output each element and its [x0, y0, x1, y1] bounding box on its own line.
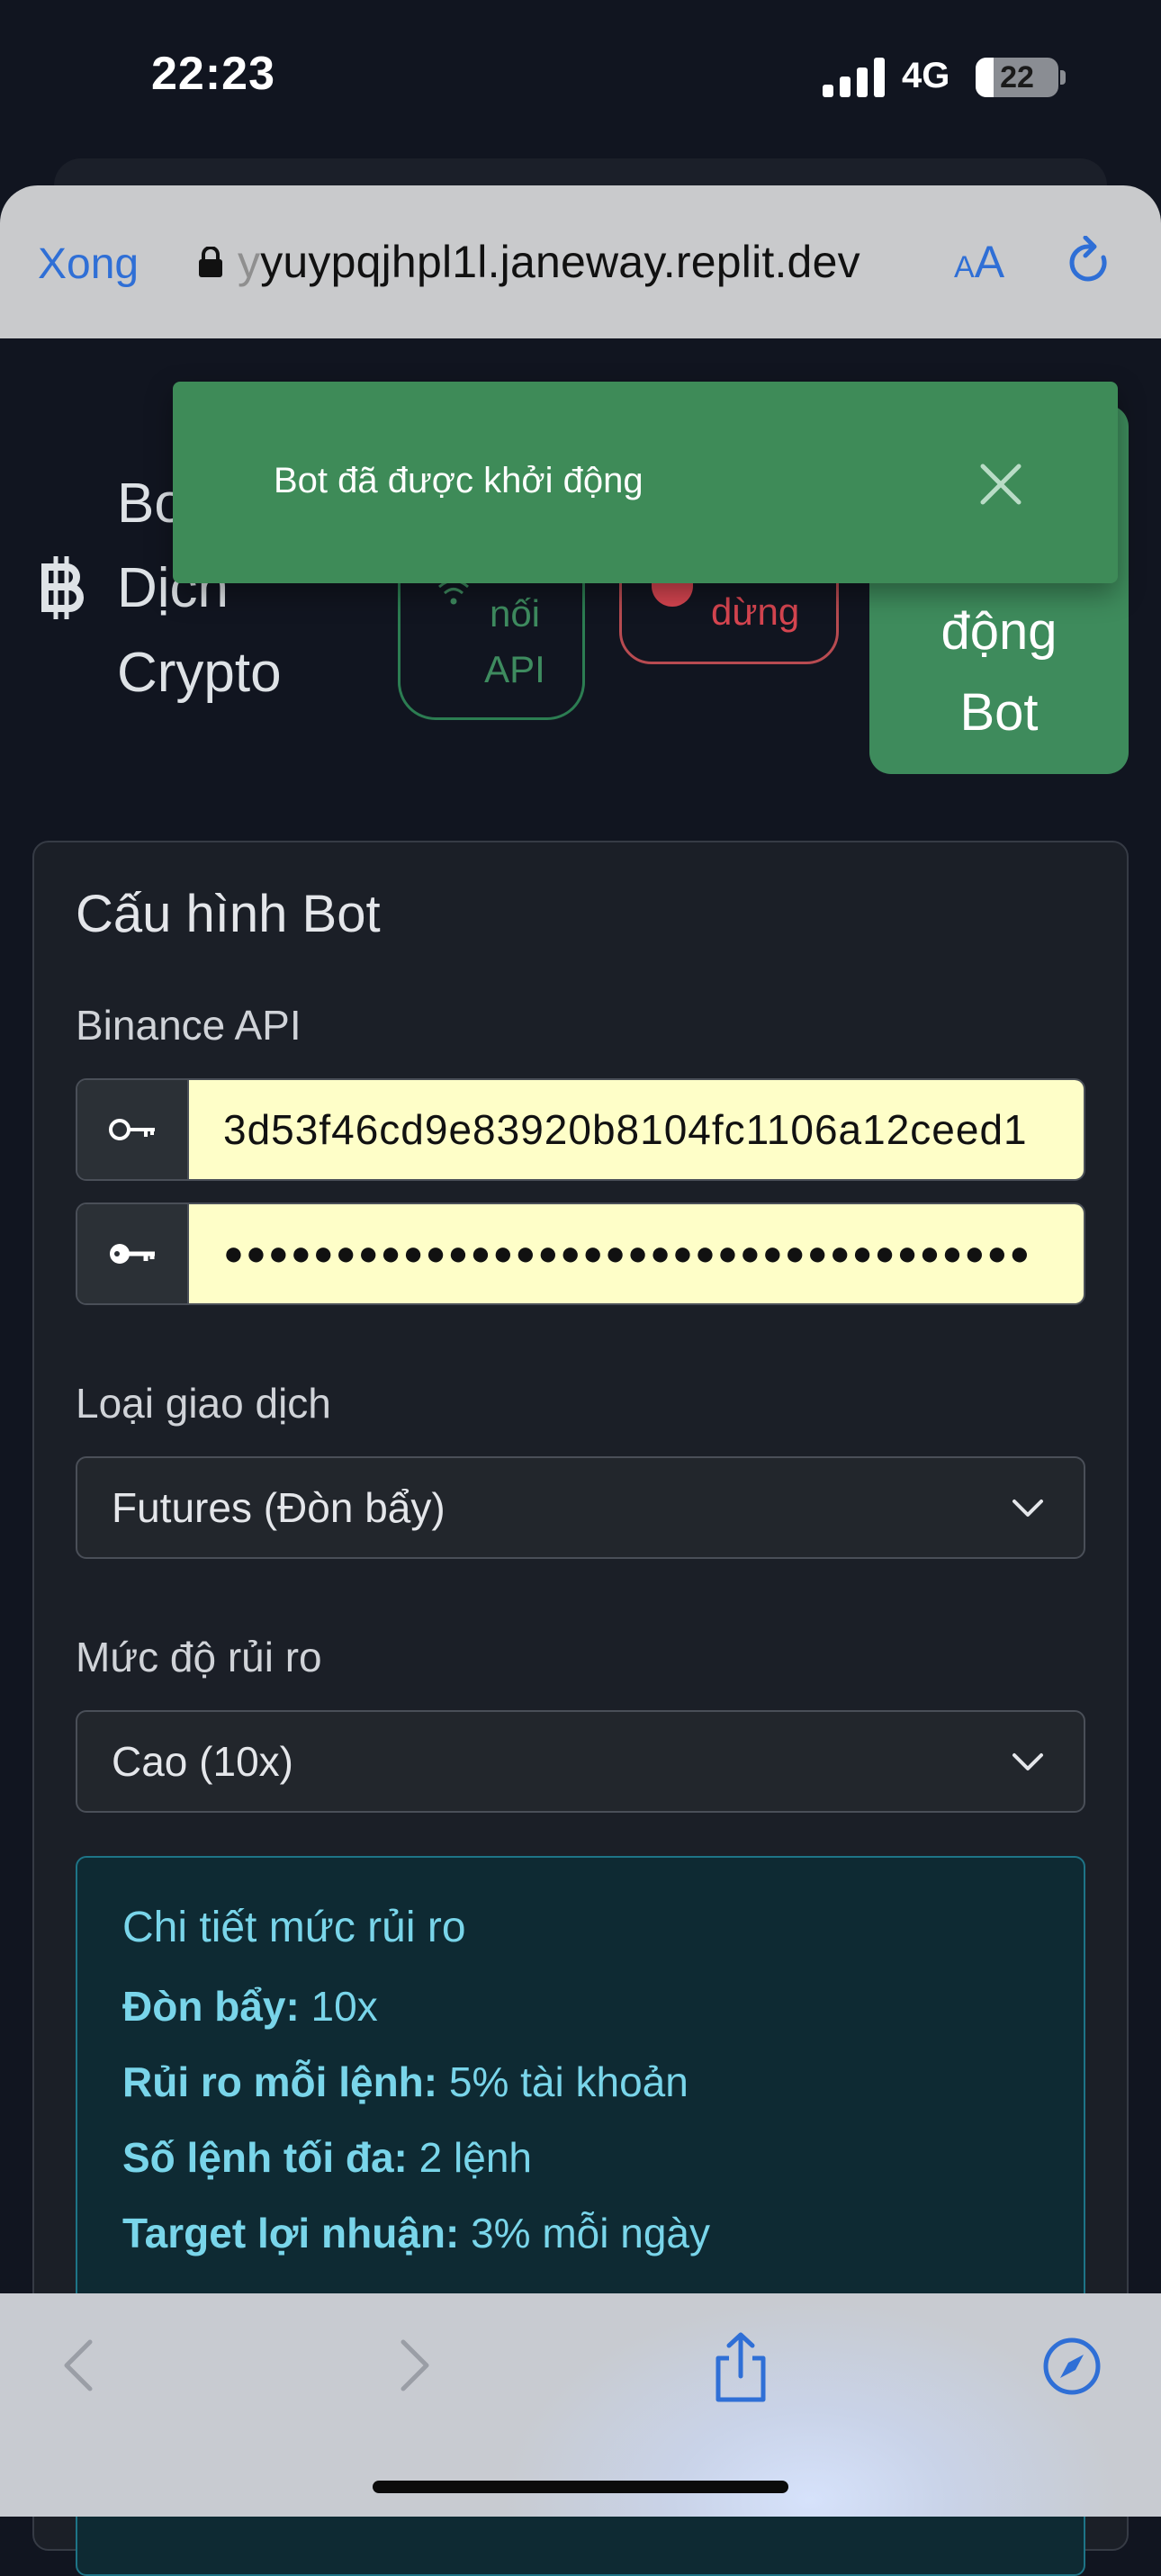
max-orders-row: Số lệnh tối đa: 2 lệnh [122, 2134, 533, 2181]
reload-icon[interactable] [1064, 236, 1114, 290]
url-field[interactable]: yyuypqjhpl1l.janeway.replit.dev [238, 236, 860, 288]
trade-type-label: Loại giao dịch [76, 1380, 331, 1427]
brand-title-line3: Crypto [117, 642, 282, 704]
api-label: Binance API [76, 1002, 302, 1049]
battery-icon: 22 [976, 58, 1058, 97]
connection-status-line1: nối [489, 592, 541, 635]
url-text: yuypqjhpl1l.janeway.replit.dev [260, 237, 860, 287]
risk-level-selected: Cao (10x) [112, 1738, 293, 1785]
url-prefix: y [238, 237, 261, 287]
cellular-signal-icon [823, 58, 885, 97]
text-size-button[interactable]: AA [954, 236, 1004, 288]
key-icon [109, 1119, 155, 1140]
leverage-row: Đòn bẩy: 10x [122, 1983, 378, 2030]
share-icon[interactable] [711, 2331, 770, 2403]
status-time: 22:23 [151, 48, 275, 100]
start-bot-label-line1: động [940, 602, 1058, 661]
battery-level: 22 [1000, 60, 1034, 95]
start-bot-label-line2: Bot [959, 683, 1039, 742]
risk-per-order-row: Rủi ro mỗi lệnh: 5% tài khoản [122, 2058, 688, 2105]
api-secret-addon [77, 1204, 189, 1303]
api-key-input[interactable]: 3d53f46cd9e83920b8104fc1106a12ceed1 [189, 1080, 1084, 1179]
done-button[interactable]: Xong [38, 239, 139, 289]
bitcoin-icon [41, 556, 84, 619]
key-icon [110, 1244, 155, 1264]
compass-icon[interactable] [1042, 2337, 1102, 2396]
chevron-down-icon [1012, 1500, 1043, 1517]
toast-message: Bot đã được khởi động [274, 461, 644, 500]
api-secret-input[interactable]: ●●●●●●●●●●●●●●●●●●●●●●●●●●●●●●●●●●●● [189, 1204, 1084, 1303]
battery-cap [1060, 70, 1066, 85]
risk-level-label: Mức độ rủi ro [76, 1634, 322, 1680]
risk-level-select[interactable]: Cao (10x) [76, 1710, 1085, 1813]
network-type: 4G [902, 56, 950, 95]
lock-icon [199, 247, 222, 277]
profit-target-row: Target lợi nhuận: 3% mỗi ngày [122, 2210, 710, 2256]
risk-details-title: Chi tiết mức rủi ro [122, 1904, 466, 1951]
close-icon[interactable] [976, 459, 1026, 509]
trade-type-selected: Futures (Đòn bẩy) [112, 1484, 446, 1531]
connection-status-line2: API [484, 648, 545, 690]
api-secret-group: ●●●●●●●●●●●●●●●●●●●●●●●●●●●●●●●●●●●● [76, 1202, 1085, 1305]
card-title: Cấu hình Bot [76, 885, 381, 943]
api-key-addon [77, 1080, 189, 1179]
forward-icon[interactable] [392, 2337, 437, 2394]
bot-status-text: dừng [711, 590, 800, 633]
home-indicator [373, 2481, 788, 2493]
back-icon[interactable] [56, 2337, 101, 2394]
trade-type-select[interactable]: Futures (Đòn bẩy) [76, 1456, 1085, 1559]
chevron-down-icon [1012, 1753, 1043, 1770]
api-key-group: 3d53f46cd9e83920b8104fc1106a12ceed1 [76, 1078, 1085, 1181]
